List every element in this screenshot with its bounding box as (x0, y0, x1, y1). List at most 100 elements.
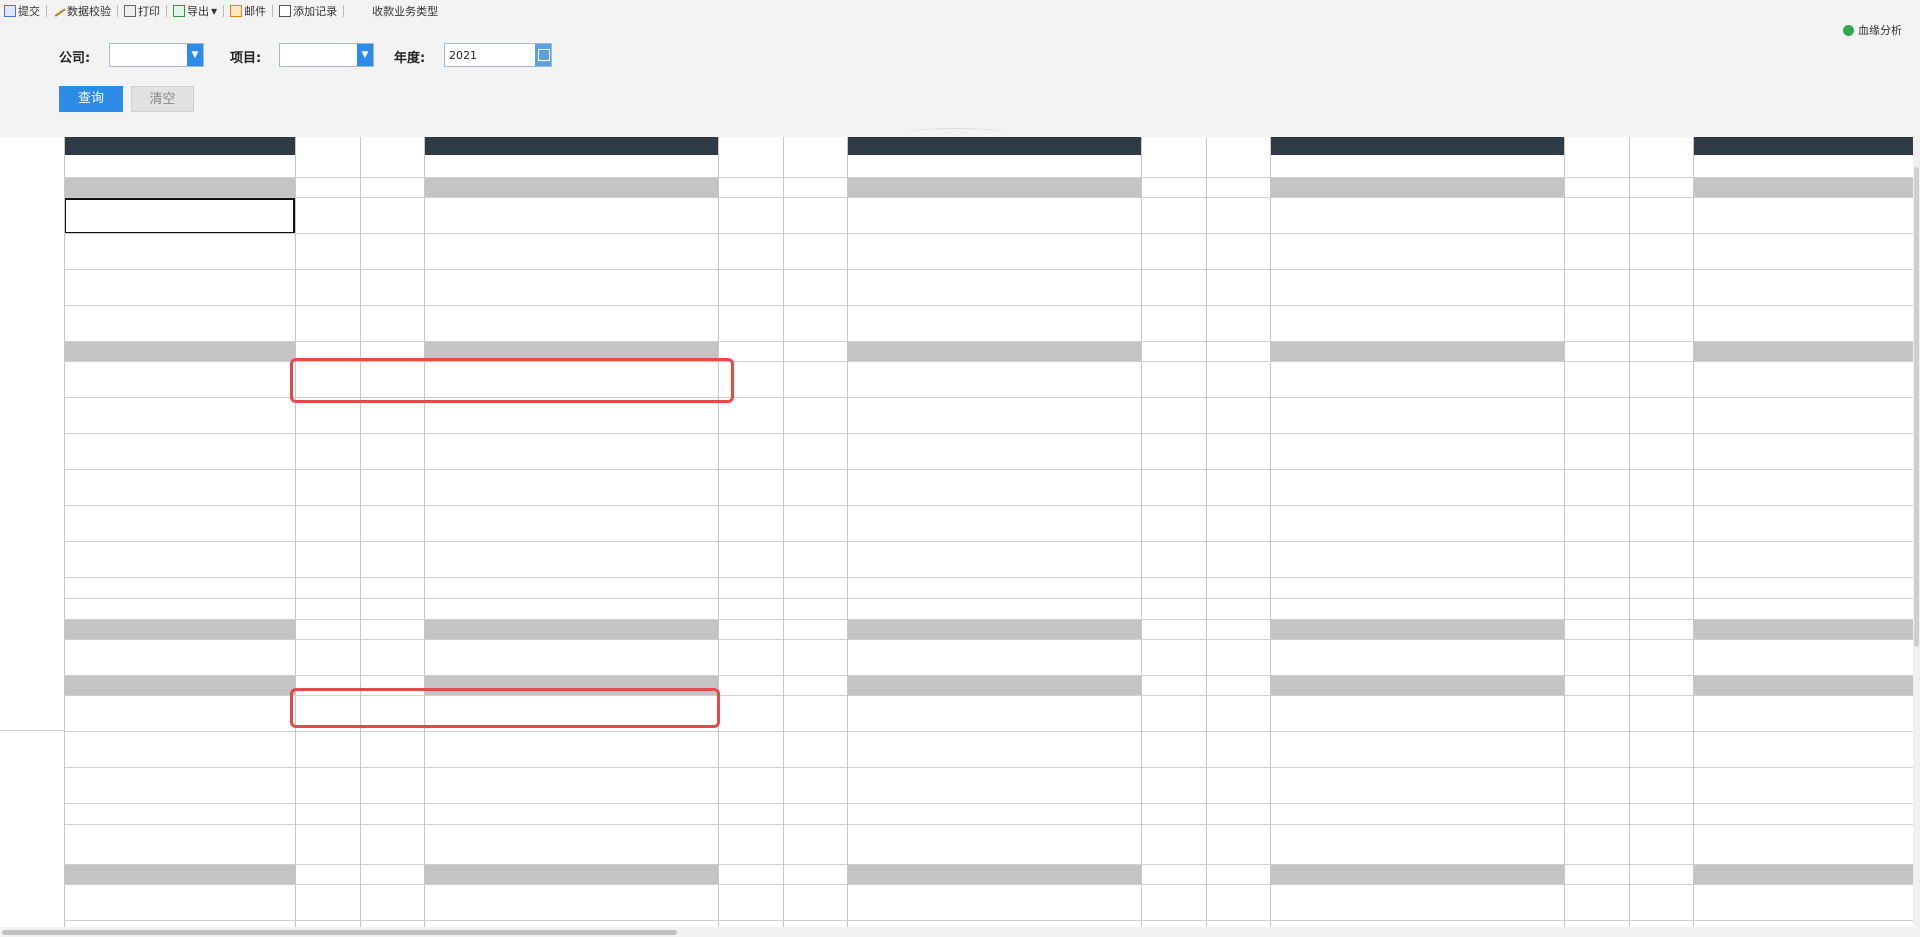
column-header-month (424, 137, 718, 155)
row-divider (64, 233, 1920, 234)
row-divider (64, 884, 1920, 885)
band-row-background (64, 620, 295, 640)
column-header-month (1693, 137, 1920, 155)
column-header-item (64, 137, 295, 155)
company-select[interactable]: ▼ (109, 43, 204, 67)
band-row-background (847, 620, 1141, 640)
year-label: 年度: (394, 51, 426, 66)
band-row-background (424, 178, 718, 198)
selected-cell[interactable] (64, 198, 295, 234)
row-divider (64, 731, 1920, 732)
column-header-month (847, 137, 1141, 155)
row-divider (64, 824, 1920, 825)
toolbar-divider (223, 5, 225, 17)
lineage-analysis-label: 血缘分析 (1858, 24, 1902, 37)
toolbar-divider (272, 5, 274, 17)
highlight-box (290, 688, 720, 728)
column-divider (847, 137, 848, 927)
row-divider (64, 577, 1920, 578)
year-picker[interactable]: 2021 (444, 43, 552, 67)
add-record-button[interactable]: 添加记录 (275, 0, 341, 22)
band-row-background (1693, 178, 1920, 198)
company-divider (0, 730, 64, 731)
band-row-background (1270, 178, 1564, 198)
scrollbar-thumb[interactable] (1914, 167, 1919, 647)
band-row-background (424, 865, 718, 885)
horizontal-scrollbar[interactable] (0, 927, 1920, 937)
row-divider (64, 269, 1920, 270)
row-divider (64, 433, 1920, 434)
band-row-background (1693, 676, 1920, 696)
lineage-analysis-link[interactable]: 血缘分析 (1843, 22, 1902, 38)
chevron-down-icon: ▼ (211, 6, 218, 16)
band-row-background (847, 865, 1141, 885)
column-divider (1693, 137, 1694, 927)
query-button[interactable]: 查询 (59, 86, 123, 112)
band-row-background (1270, 342, 1564, 362)
mail-icon (230, 5, 243, 17)
band-row-background (847, 178, 1141, 198)
leaf-icon (1843, 24, 1854, 36)
validate-label: 数据校验 (67, 5, 111, 18)
band-row-background (1693, 342, 1920, 362)
year-value: 2021 (449, 49, 477, 62)
print-button[interactable]: 打印 (120, 0, 164, 22)
column-divider (360, 137, 361, 927)
row-divider (64, 505, 1920, 506)
column-header-month (1270, 137, 1564, 155)
row-divider (64, 803, 1920, 804)
column-divider (295, 137, 296, 927)
project-select[interactable]: ▼ (279, 43, 374, 67)
band-row-background (1270, 865, 1564, 885)
validate-button[interactable]: 数据校验 (49, 0, 115, 22)
clear-button[interactable]: 清空 (131, 86, 194, 112)
scrollbar-thumb[interactable] (2, 930, 677, 935)
highlight-box (290, 358, 734, 403)
row-divider (64, 639, 1920, 640)
band-row-background (1270, 620, 1564, 640)
column-divider (1206, 137, 1207, 927)
chevron-down-icon[interactable]: ▼ (187, 44, 203, 66)
export-icon (173, 5, 185, 17)
band-row-background (1693, 620, 1920, 640)
band-row-background (847, 342, 1141, 362)
brush-icon (52, 5, 66, 17)
band-row-background (64, 178, 295, 198)
submit-label: 提交 (18, 5, 40, 18)
row-divider (64, 598, 1920, 599)
toolbar-divider (46, 5, 47, 17)
chevron-down-icon[interactable]: ▼ (357, 44, 373, 66)
row-divider (64, 541, 1920, 542)
vertical-scrollbar[interactable] (1913, 137, 1920, 927)
company-label: 公司: (59, 51, 91, 66)
column-divider (1564, 137, 1565, 927)
mail-button[interactable]: 邮件 (226, 0, 270, 22)
export-button[interactable]: 导出 ▼ (169, 0, 221, 22)
band-row-background (847, 676, 1141, 696)
band-row-background (64, 676, 295, 696)
printer-icon (124, 5, 136, 17)
column-divider (64, 137, 65, 927)
column-divider (1270, 137, 1271, 927)
row-divider (64, 305, 1920, 306)
band-row-background (1693, 865, 1920, 885)
project-label: 项目: (230, 51, 262, 66)
column-divider (424, 137, 425, 927)
add-record-label: 添加记录 (293, 5, 338, 18)
column-divider (1141, 137, 1142, 927)
export-label: 导出 (187, 5, 209, 18)
print-label: 打印 (138, 5, 160, 18)
column-divider (1629, 137, 1630, 927)
band-row-background (64, 342, 295, 362)
submit-button[interactable]: 提交 (0, 0, 44, 22)
toolbar: 提交 数据校验 打印 导出 ▼ 邮件 添加记录 收款业务类型 (0, 0, 1920, 22)
add-record-icon (279, 5, 292, 17)
toolbar-divider (343, 5, 345, 17)
submit-icon (4, 5, 16, 17)
band-row-background (424, 620, 718, 640)
column-divider (718, 137, 719, 927)
calendar-icon[interactable] (535, 44, 551, 66)
report-title: 收款业务类型 (372, 5, 439, 18)
mail-label: 邮件 (244, 5, 267, 18)
row-divider (64, 197, 1920, 198)
